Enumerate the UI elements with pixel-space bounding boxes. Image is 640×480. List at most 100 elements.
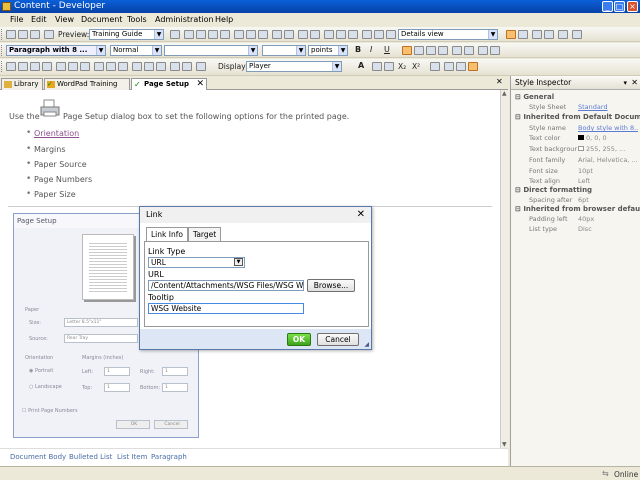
unlink-icon[interactable] <box>310 30 320 39</box>
list-item-orientation[interactable]: Orientation <box>34 129 79 138</box>
section-general[interactable]: ⊟ General <box>515 93 554 101</box>
close-panel-icon[interactable]: ✕ <box>631 76 638 90</box>
undo-icon[interactable] <box>246 30 256 39</box>
font-color-icon[interactable]: A <box>358 61 364 70</box>
paste-icon[interactable] <box>208 30 218 39</box>
dialog-close-icon[interactable]: ✕ <box>357 209 365 220</box>
breadcrumb-bulleted-list[interactable]: Bulleted List <box>69 453 112 461</box>
insert-hyperlink-icon[interactable] <box>156 62 166 71</box>
underline-icon[interactable]: U <box>384 45 390 54</box>
vertical-scrollbar[interactable]: ▲ ▼ <box>500 90 509 448</box>
back-icon[interactable] <box>532 30 542 39</box>
align-right-icon[interactable] <box>426 46 436 55</box>
indent-icon[interactable] <box>490 46 500 55</box>
insert-symbol-icon[interactable] <box>94 62 104 71</box>
insert-row-icon[interactable] <box>18 62 28 71</box>
merge-cells-icon[interactable] <box>42 62 52 71</box>
font-style-select[interactable]: Normal ▼ <box>110 45 162 56</box>
menu-file[interactable]: File <box>10 15 23 24</box>
insert-glossary-icon[interactable] <box>132 62 142 71</box>
delete-icon[interactable] <box>234 30 244 39</box>
align-center-icon[interactable] <box>414 46 424 55</box>
save-icon[interactable] <box>30 30 40 39</box>
paragraph-icon[interactable] <box>468 62 478 71</box>
align-left-icon[interactable] <box>402 46 412 55</box>
insert-rule-icon[interactable] <box>106 62 116 71</box>
spell-check-icon[interactable] <box>386 30 396 39</box>
maximize-button[interactable]: □ <box>614 1 625 12</box>
insert-media-icon[interactable] <box>68 62 78 71</box>
cancel-button[interactable]: Cancel <box>317 333 359 346</box>
insert-question-icon[interactable] <box>144 62 154 71</box>
cut-icon[interactable] <box>184 30 194 39</box>
options-icon[interactable] <box>572 30 582 39</box>
ok-button[interactable]: OK <box>287 333 311 346</box>
italic-icon[interactable]: I <box>370 45 372 54</box>
menu-tools[interactable]: Tools <box>127 15 147 24</box>
close-window-button[interactable]: × <box>627 1 638 12</box>
resize-grip-icon[interactable]: ◢ <box>364 341 369 348</box>
breadcrumb-document-body[interactable]: Document Body <box>10 453 66 461</box>
tab-target[interactable]: Target <box>188 227 222 241</box>
find-icon[interactable] <box>272 30 282 39</box>
close-document-icon[interactable]: ✕ <box>496 77 503 86</box>
new-icon[interactable] <box>6 30 16 39</box>
strikethrough-icon[interactable] <box>384 62 394 71</box>
insert-anchor-icon[interactable] <box>118 62 128 71</box>
help-icon[interactable] <box>558 30 568 39</box>
copy-icon[interactable] <box>196 30 206 39</box>
style-name-link[interactable]: Body style with 8... <box>578 124 638 132</box>
insert-image-icon[interactable] <box>56 62 66 71</box>
subscript-icon[interactable]: X₂ <box>398 62 406 71</box>
open-icon[interactable] <box>18 30 28 39</box>
show-markup-icon[interactable] <box>196 62 206 71</box>
print-icon[interactable] <box>44 30 54 39</box>
pencil-icon[interactable] <box>430 62 440 71</box>
minimize-button[interactable]: _ <box>602 1 613 12</box>
paste-special-icon[interactable] <box>220 30 230 39</box>
bold-icon[interactable]: B <box>355 45 361 54</box>
preview-go-icon[interactable] <box>170 30 180 39</box>
section-inherited-browser[interactable]: ⊟ Inherited from browser defaults <box>515 205 640 213</box>
browse-button[interactable]: Browse... <box>307 279 355 292</box>
properties-icon[interactable] <box>324 30 334 39</box>
menu-edit[interactable]: Edit <box>31 15 47 24</box>
outdent-icon[interactable] <box>478 46 488 55</box>
publish-icon[interactable] <box>374 30 384 39</box>
insert-frame-icon[interactable] <box>170 62 180 71</box>
link-type-select[interactable]: URL ▼ <box>148 257 245 268</box>
format-painter-icon[interactable] <box>456 62 466 71</box>
numbered-list-icon[interactable] <box>452 46 462 55</box>
breadcrumb-paragraph[interactable]: Paragraph <box>151 453 187 461</box>
bullet-list-icon[interactable] <box>464 46 474 55</box>
check-out-icon[interactable] <box>348 30 358 39</box>
replace-icon[interactable] <box>284 30 294 39</box>
size-unit-select[interactable]: points ▼ <box>308 45 348 56</box>
section-inherited-default[interactable]: ⊟ Inherited from Default Document <box>515 113 640 121</box>
breadcrumb-list-item[interactable]: List Item <box>117 453 147 461</box>
refresh-icon[interactable] <box>362 30 372 39</box>
superscript-icon[interactable]: X² <box>412 62 420 71</box>
menu-document[interactable]: Document <box>81 15 122 24</box>
insert-note-icon[interactable] <box>182 62 192 71</box>
redo-icon[interactable] <box>258 30 268 39</box>
section-direct-formatting[interactable]: ⊟ Direct formatting <box>515 186 592 194</box>
style-select[interactable]: Paragraph with 8 ... ▼ <box>6 45 106 56</box>
display-select[interactable]: Player ▼ <box>246 61 342 72</box>
view-select[interactable]: Details view ▼ <box>398 29 498 40</box>
preview-select[interactable]: Training Guide ▼ <box>89 29 164 40</box>
insert-flash-icon[interactable] <box>80 62 90 71</box>
scroll-down-icon[interactable]: ▼ <box>502 441 507 448</box>
pin-icon[interactable]: ▾ <box>623 76 627 90</box>
check-in-icon[interactable] <box>336 30 346 39</box>
insert-column-icon[interactable] <box>30 62 40 71</box>
menu-administration[interactable]: Administration <box>155 15 214 24</box>
eraser-icon[interactable] <box>444 62 454 71</box>
font-family-select[interactable]: ▼ <box>164 45 258 56</box>
style-sheet-link[interactable]: Standard <box>578 103 638 111</box>
tab-wordpad-training[interactable]: ✓ WordPad Training <box>44 78 130 90</box>
link-icon[interactable] <box>298 30 308 39</box>
tooltip-input[interactable]: WSG Website <box>148 303 304 314</box>
insert-table-icon[interactable] <box>6 62 16 71</box>
scroll-up-icon[interactable]: ▲ <box>502 90 507 97</box>
